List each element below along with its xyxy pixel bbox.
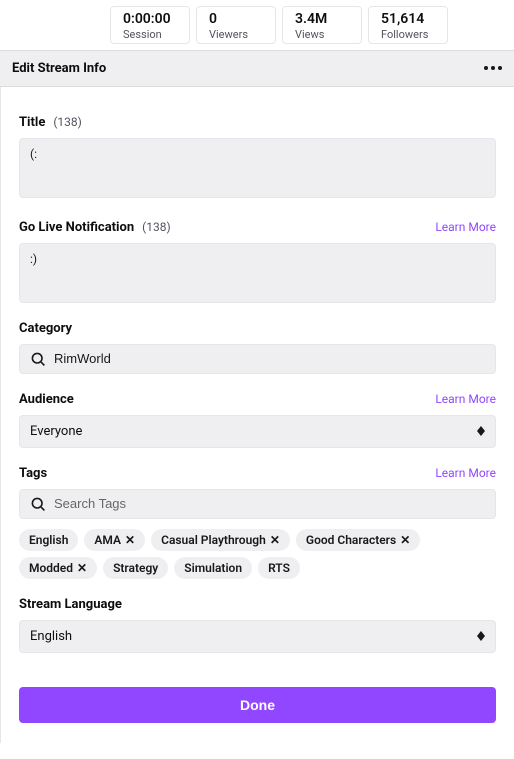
stat-session[interactable]: 0:00:00 Session <box>110 6 190 44</box>
tag[interactable]: RTS <box>258 557 300 579</box>
stats-bar: 0:00:00 Session 0 Viewers 3.4M Views 51,… <box>0 0 514 50</box>
title-count: (138) <box>53 115 82 129</box>
tag[interactable]: Modded ✕ <box>19 557 97 579</box>
tag-label: AMA <box>94 533 121 547</box>
category-input[interactable] <box>19 344 496 374</box>
tag-remove-icon[interactable]: ✕ <box>125 533 135 547</box>
language-section: Stream Language English <box>19 597 496 653</box>
audience-section: Audience Learn More Everyone <box>19 392 496 448</box>
category-section: Category <box>19 321 496 374</box>
notification-count: (138) <box>142 220 171 234</box>
notification-label-row: Go Live Notification (138) Learn More <box>19 216 496 235</box>
tags-search-field[interactable] <box>54 496 485 511</box>
tags-label-row: Tags Learn More <box>19 466 496 481</box>
language-label: Stream Language <box>19 597 122 612</box>
stat-viewers[interactable]: 0 Viewers <box>196 6 276 44</box>
notification-label: Go Live Notification <box>19 220 134 235</box>
tag-label: Simulation <box>184 561 242 575</box>
select-arrows-icon <box>477 631 485 641</box>
title-value: (: <box>30 147 37 161</box>
stat-views-label: Views <box>295 28 349 41</box>
stat-session-value: 0:00:00 <box>123 11 177 28</box>
tag-remove-icon[interactable]: ✕ <box>400 533 410 547</box>
select-arrows-icon <box>477 426 485 436</box>
search-icon <box>30 496 46 512</box>
audience-select[interactable]: Everyone <box>19 415 496 448</box>
tag[interactable]: Good Characters ✕ <box>296 529 420 551</box>
category-value[interactable] <box>54 351 485 366</box>
audience-label-row: Audience Learn More <box>19 392 496 407</box>
audience-label: Audience <box>19 392 74 407</box>
stat-views[interactable]: 3.4M Views <box>282 6 362 44</box>
category-label-row: Category <box>19 321 496 336</box>
category-label: Category <box>19 321 72 336</box>
notification-section: Go Live Notification (138) Learn More :) <box>19 216 496 303</box>
tag-label: English <box>29 533 68 547</box>
tag-remove-icon[interactable]: ✕ <box>270 533 280 547</box>
panel-header: Edit Stream Info <box>0 50 514 87</box>
notification-value: :) <box>30 252 37 266</box>
stat-session-label: Session <box>123 28 177 41</box>
stat-followers[interactable]: 51,614 Followers <box>368 6 448 44</box>
tag[interactable]: Simulation <box>174 557 252 579</box>
tag[interactable]: Strategy <box>103 557 168 579</box>
title-label-row: Title (138) <box>19 111 496 130</box>
tag[interactable]: English <box>19 529 78 551</box>
stat-viewers-label: Viewers <box>209 28 263 41</box>
tag-remove-icon[interactable]: ✕ <box>77 561 87 575</box>
tag-label: Strategy <box>113 561 158 575</box>
tag-label: Good Characters <box>306 533 396 547</box>
title-input[interactable]: (: <box>19 138 496 198</box>
notification-input[interactable]: :) <box>19 243 496 303</box>
tags-learn-more-link[interactable]: Learn More <box>435 466 496 480</box>
tag-label: Modded <box>29 561 73 575</box>
tags-list: EnglishAMA✕Casual Playthrough✕Good Chara… <box>19 529 496 579</box>
tags-section: Tags Learn More EnglishAMA✕Casual Playth… <box>19 466 496 579</box>
done-button[interactable]: Done <box>19 687 496 723</box>
notification-learn-more-link[interactable]: Learn More <box>435 220 496 234</box>
more-options-icon[interactable] <box>484 66 502 70</box>
language-value: English <box>30 629 72 644</box>
tag-label: Casual Playthrough <box>161 533 266 547</box>
title-label: Title <box>19 115 45 130</box>
title-section: Title (138) (: <box>19 111 496 198</box>
stat-viewers-value: 0 <box>209 11 263 28</box>
audience-learn-more-link[interactable]: Learn More <box>435 392 496 406</box>
language-label-row: Stream Language <box>19 597 496 612</box>
stat-followers-value: 51,614 <box>381 11 435 28</box>
tag[interactable]: AMA ✕ <box>84 529 145 551</box>
tag-label: RTS <box>268 561 290 575</box>
search-icon <box>30 351 46 367</box>
tags-label: Tags <box>19 466 47 481</box>
stat-views-value: 3.4M <box>295 11 349 28</box>
stat-followers-label: Followers <box>381 28 435 41</box>
language-select[interactable]: English <box>19 620 496 653</box>
tags-search-input[interactable] <box>19 489 496 519</box>
tag[interactable]: Casual Playthrough ✕ <box>151 529 290 551</box>
panel-title: Edit Stream Info <box>12 61 106 76</box>
audience-value: Everyone <box>30 424 82 439</box>
content: Title (138) (: Go Live Notification (138… <box>0 87 514 743</box>
